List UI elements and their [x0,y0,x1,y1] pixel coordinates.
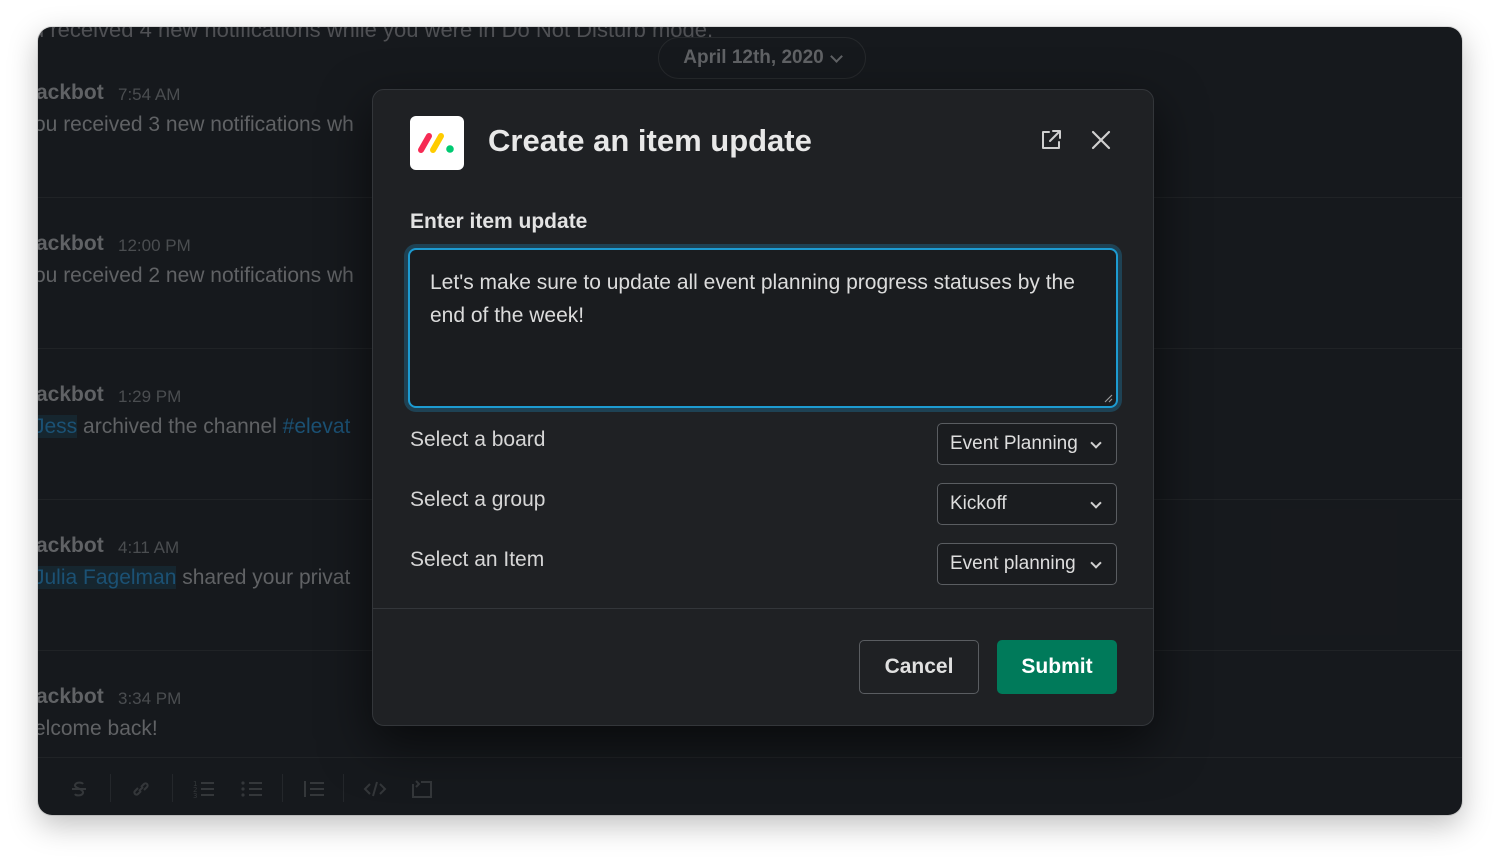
submit-button[interactable]: Submit [997,640,1117,694]
open-external-icon[interactable] [1035,124,1067,156]
resize-handle-icon[interactable] [1103,393,1113,403]
select-group-label: Select a group [410,488,546,511]
item-select-value: Event planning [950,553,1076,574]
monday-app-logo [410,116,464,170]
app-window: u received 4 new notifications while you… [38,27,1462,815]
item-update-textarea[interactable]: Let's make sure to update all event plan… [408,248,1118,408]
item-select[interactable]: Event planning [937,543,1117,585]
cancel-button[interactable]: Cancel [859,640,979,694]
chevron-down-icon [1090,437,1102,449]
chevron-down-icon [1090,557,1102,569]
select-board-label: Select a board [410,428,546,451]
close-icon[interactable] [1085,124,1117,156]
chevron-down-icon [1090,497,1102,509]
item-update-text[interactable]: Let's make sure to update all event plan… [430,266,1076,332]
item-update-label: Enter item update [410,210,588,233]
select-item-label: Select an Item [410,548,545,571]
create-item-update-modal: Create an item update Enter item update … [372,89,1154,726]
group-select-value: Kickoff [950,493,1007,514]
board-select-value: Event Planning [950,433,1078,454]
modal-footer-divider [373,608,1153,609]
group-select[interactable]: Kickoff [937,483,1117,525]
board-select[interactable]: Event Planning [937,423,1117,465]
modal-title: Create an item update [488,123,812,158]
